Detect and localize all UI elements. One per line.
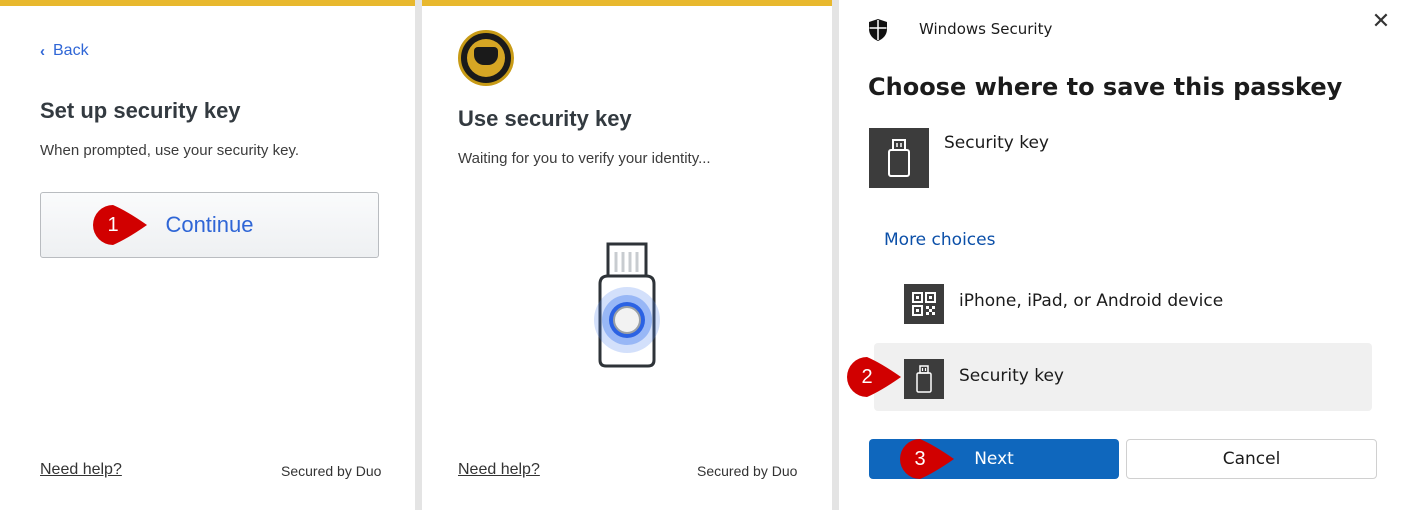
callout-badge-1: 1	[93, 205, 147, 245]
secured-by-label: Secured by Duo	[697, 463, 798, 479]
duo-use-panel: Use security key Waiting for you to veri…	[422, 0, 832, 510]
windows-security-dialog: Windows Security ✕ Choose where to save …	[839, 0, 1403, 510]
page-title: Set up security key	[40, 98, 241, 123]
page-title: Use security key	[458, 106, 632, 131]
callout-badge-3: 3	[900, 439, 954, 479]
back-link[interactable]: ‹ Back	[40, 42, 89, 60]
dialog-app-title: Windows Security	[919, 20, 1053, 38]
continue-label: Continue	[165, 212, 254, 237]
page-subtitle: Waiting for you to verify your identity.…	[458, 150, 711, 167]
primary-option-label[interactable]: Security key	[944, 133, 1049, 153]
more-choices-link[interactable]: More choices	[884, 230, 995, 250]
callout-badge-2: 2	[847, 357, 901, 397]
shield-icon	[869, 19, 887, 41]
security-key-illustration-icon	[594, 242, 660, 368]
qr-code-icon	[904, 284, 944, 324]
need-help-link[interactable]: Need help?	[40, 461, 122, 479]
cancel-label: Cancel	[1222, 449, 1281, 469]
usb-key-icon	[869, 128, 929, 188]
chevron-left-icon: ‹	[40, 42, 45, 60]
page-subtitle: When prompted, use your security key.	[40, 142, 299, 159]
option-label: iPhone, iPad, or Android device	[959, 291, 1224, 311]
organization-logo	[458, 30, 514, 86]
option-security-key[interactable]: Security key	[874, 343, 1372, 411]
dialog-heading: Choose where to save this passkey	[868, 73, 1343, 101]
usb-key-icon	[904, 359, 944, 399]
option-label: Security key	[959, 366, 1064, 386]
need-help-link[interactable]: Need help?	[458, 461, 540, 479]
continue-button[interactable]: Continue	[40, 192, 379, 258]
next-label: Next	[974, 449, 1014, 469]
cancel-button[interactable]: Cancel	[1126, 439, 1377, 479]
duo-setup-panel: ‹ Back Set up security key When prompted…	[0, 0, 415, 510]
back-label: Back	[53, 42, 89, 59]
secured-by-label: Secured by Duo	[281, 463, 382, 479]
option-phone-device[interactable]: iPhone, iPad, or Android device	[874, 268, 1372, 336]
close-icon[interactable]: ✕	[1369, 9, 1393, 34]
